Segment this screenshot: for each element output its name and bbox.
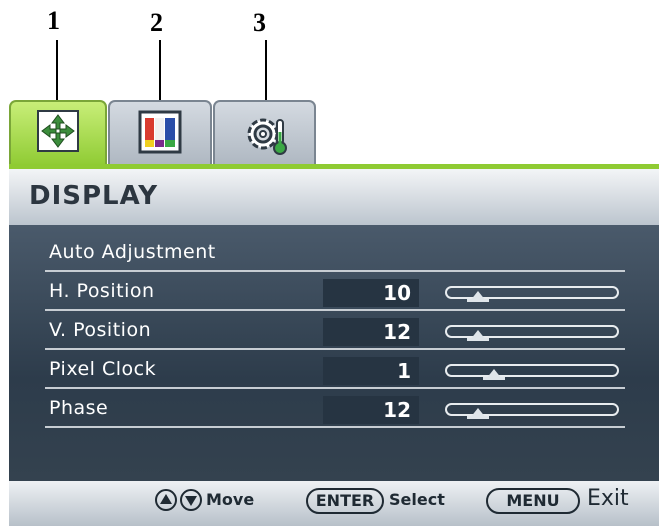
value-box: 10 [323,279,419,307]
menu-item-label: Phase [49,397,109,419]
menu-button[interactable]: MENU [486,488,580,514]
value-text: 12 [383,320,411,344]
pixel-clock-slider[interactable] [445,364,619,380]
menu-item-phase[interactable]: Phase 12 [45,392,627,428]
phase-slider[interactable] [445,403,619,419]
divider [45,387,625,389]
exit-label: Exit [587,486,629,511]
value-box: 1 [323,357,419,385]
menu-item-pixel-clock[interactable]: Pixel Clock 1 [45,353,627,389]
page-title: DISPLAY [29,181,159,211]
divider [45,426,625,428]
divider [45,270,625,272]
menu-item-v-position[interactable]: V. Position 12 [45,314,627,350]
menu-item-label: Auto Adjustment [49,241,216,263]
divider [45,309,625,311]
up-arrow-icon[interactable] [155,489,177,511]
slider-thumb[interactable] [486,369,502,379]
value-text: 10 [383,281,411,305]
h-position-slider[interactable] [445,286,619,302]
callout-2: 2 [150,8,163,37]
v-position-slider[interactable] [445,325,619,341]
slider-thumb[interactable] [470,291,486,301]
menu-item-label: V. Position [49,319,152,341]
tab-picture[interactable] [108,100,212,166]
slider-thumb[interactable] [470,408,486,418]
callout-1: 1 [47,6,60,35]
tab-system[interactable] [213,100,316,166]
title-bar: DISPLAY [9,169,659,225]
menu-panel: Auto Adjustment H. Position 10 V. Positi… [9,225,659,481]
value-text: 1 [397,359,411,383]
tab-display[interactable] [9,100,107,166]
move-label: Move [206,490,255,509]
down-arrow-icon[interactable] [180,489,202,511]
callout-3: 3 [253,8,266,37]
select-label: Select [389,490,445,509]
slider-thumb[interactable] [470,330,486,340]
color-bars-icon [138,110,182,154]
divider [45,348,625,350]
menu-item-label: Pixel Clock [49,358,157,380]
value-box: 12 [323,318,419,346]
display-arrows-icon [37,110,79,152]
menu-item-h-position[interactable]: H. Position 10 [45,275,627,311]
gear-thermometer-icon [243,110,287,155]
enter-button[interactable]: ENTER [306,488,384,514]
menu-item-label: H. Position [49,280,155,302]
footer-bar: Move ENTER Select MENU Exit [9,481,659,526]
menu-item-auto-adjustment[interactable]: Auto Adjustment [45,236,627,272]
value-text: 12 [383,398,411,422]
value-box: 12 [323,396,419,424]
